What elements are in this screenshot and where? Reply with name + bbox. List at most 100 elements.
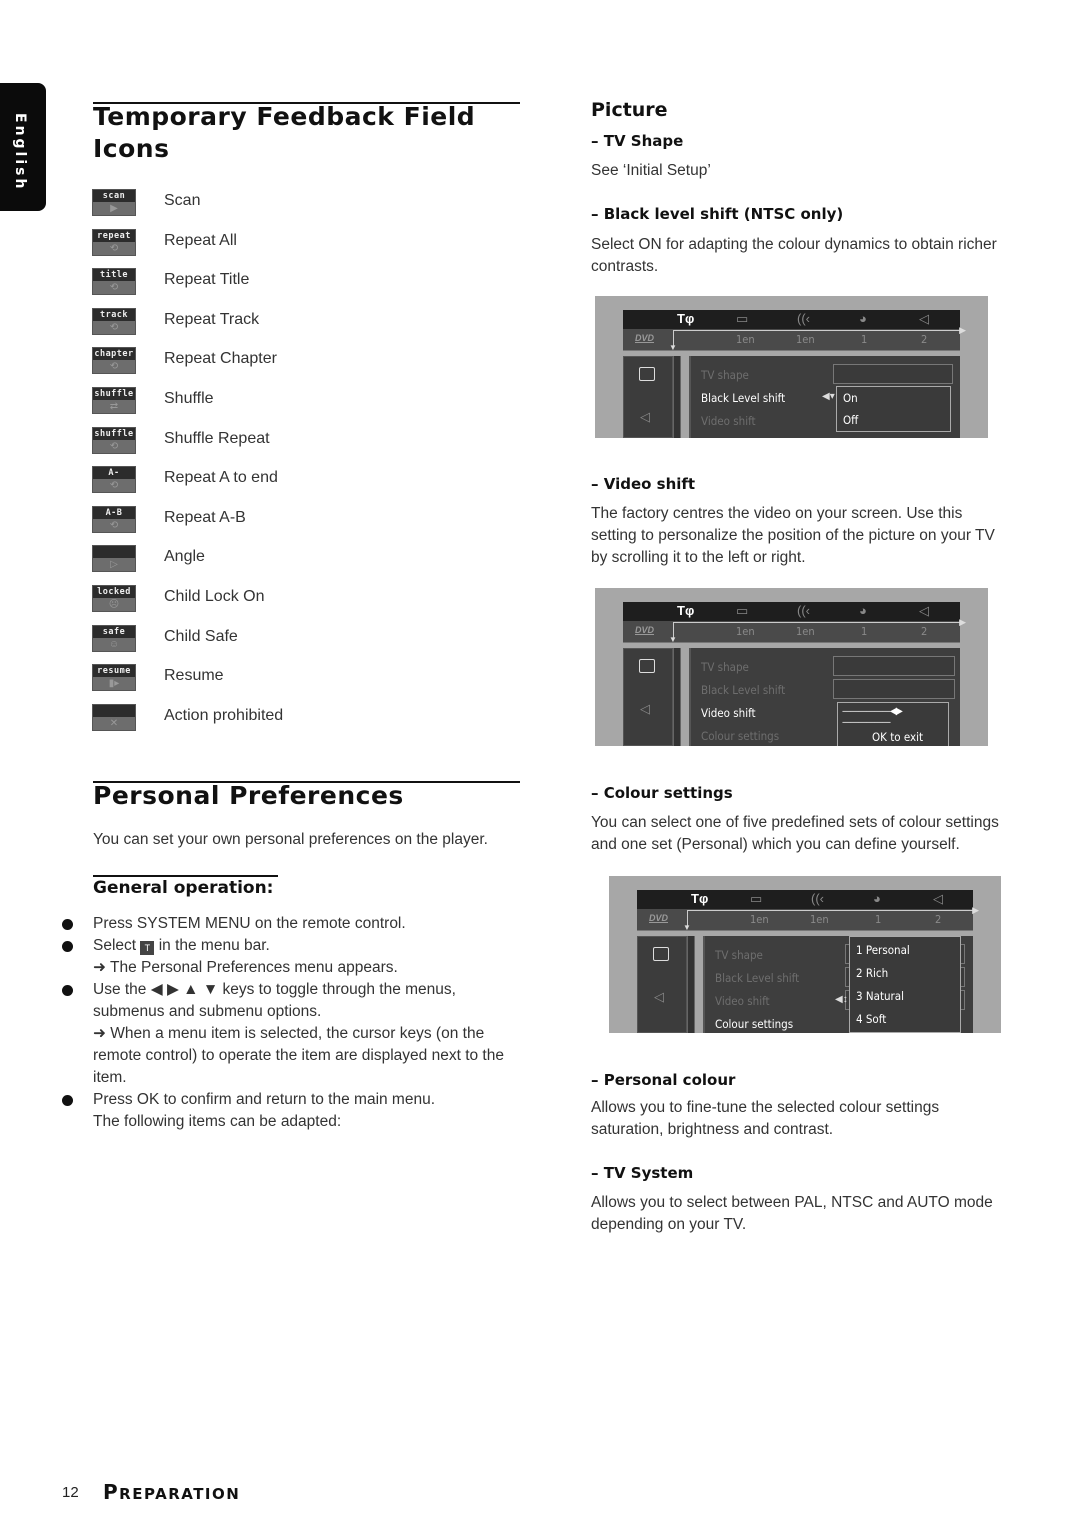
icon-tag: locked <box>93 585 135 598</box>
icon-label: Resume <box>164 667 224 685</box>
osd-screen-video-shift: Tφ ▭ ((‹ ◕ ◁ DVD ▶ ▼ 1en 1en 1 2 ◁ TV sh… <box>595 588 988 746</box>
osd-side-panel: ◁ <box>623 356 673 438</box>
repeat-a-to-end-icon: A- ⟲ <box>92 466 136 494</box>
picture-icon <box>639 659 655 673</box>
osd-menu-bar: Tφ ▭ ((‹ ◕ ◁ <box>623 602 960 621</box>
icon-tag <box>93 546 135 559</box>
status-value: 1en <box>810 913 829 926</box>
osd-option: Off <box>843 413 859 427</box>
icon-label: Shuffle Repeat <box>164 429 270 447</box>
sound-icon: ◁ <box>640 701 650 716</box>
osd-option: 2 Rich <box>856 966 889 980</box>
icon-symbol: ✕ <box>109 717 119 729</box>
icon-tag: repeat <box>93 229 135 242</box>
picture-icon <box>639 367 655 381</box>
feedback-icon-row: locked ☹ Child Lock On <box>92 584 492 624</box>
icon-symbol: ☺ <box>108 638 120 650</box>
osd-option: 1 Personal <box>856 943 910 957</box>
icon-symbol: ⟲ <box>109 440 119 452</box>
osd-menu-item: TV shape <box>701 660 749 674</box>
feedback-icon-list: scan ▶ Scan repeat ⟲ Repeat All title ⟲ Repeat T… <box>92 188 492 742</box>
video-shift-slider[interactable]: ——————◀▶—————— <box>842 706 948 728</box>
osd-side-panel: ◁ <box>637 936 687 1033</box>
status-value: 1en <box>750 913 769 926</box>
osd-menu-item: TV shape <box>701 368 749 382</box>
feedback-icon-row: resume ▮▸ Resume <box>92 663 492 703</box>
speaker-icon: ◁ <box>933 891 943 906</box>
general-operation-title: General operation: <box>93 878 274 898</box>
instruction-item: Select T in the menu bar. ➜ The Personal … <box>60 935 520 979</box>
osd-menu-item: Black Level shift <box>715 971 800 985</box>
osd-option-popup: 1 Personal 2 Rich 3 Natural 4 Soft <box>849 936 961 1033</box>
picture-title: Picture <box>591 99 668 121</box>
osd-menu-item: Black Level shift <box>701 683 786 697</box>
ok-to-exit-hint: OK to exit <box>872 730 924 744</box>
icon-symbol: ▮▸ <box>108 678 120 690</box>
icon-label: Child Lock On <box>164 587 265 605</box>
dvd-logo: DVD <box>635 625 655 635</box>
arrow-down-icon: ▼ <box>669 343 677 352</box>
black-level-title: – Black level shift (NTSC only) <box>591 205 844 223</box>
video-shift-title: – Video shift <box>591 475 696 493</box>
feedback-icon-row: A- ⟲ Repeat A to end <box>92 465 492 505</box>
arrow-down-icon: ▼ <box>683 923 691 932</box>
osd-menu-item-selected: Colour settings <box>715 1017 794 1031</box>
repeat-chapter-icon: chapter ⟲ <box>92 347 136 375</box>
icon-symbol: ⇄ <box>109 400 119 412</box>
osd-menu-bar: Tφ ▭ ((‹ ◕ ◁ <box>637 890 973 909</box>
feedback-icon-row: shuffle ⇄ Shuffle <box>92 386 492 426</box>
icon-symbol: ☹ <box>108 598 120 610</box>
instruction-item: Press SYSTEM MENU on the remote control. <box>60 913 520 935</box>
personal-colour-title: – Personal colour <box>591 1071 736 1089</box>
icon-tag: chapter <box>93 348 135 361</box>
feedback-icon-row: shuffle ⟲ Shuffle Repeat <box>92 426 492 466</box>
personal-preferences-icon: Tφ <box>677 311 695 326</box>
dvd-logo: DVD <box>649 913 669 923</box>
section-title-feedback-icons: Temporary Feedback Field Icons <box>93 102 476 163</box>
status-value: 1en <box>736 333 755 346</box>
cursor-arrows-icon: ◀↕ <box>835 994 848 1005</box>
status-value: 1 <box>875 913 882 926</box>
subsection-rule <box>93 875 278 877</box>
icon-label: Repeat All <box>164 231 237 249</box>
language-icon: ◕ <box>859 603 867 618</box>
black-level-text: Select ON for adapting the colour dynami… <box>591 236 997 275</box>
status-value: 1 <box>861 333 868 346</box>
tv-shape-title: – TV Shape <box>591 132 684 150</box>
feedback-icon-row: track ⟲ Repeat Track <box>92 307 492 347</box>
feedback-icon-row: title ⟲ Repeat Title <box>92 267 492 307</box>
child-safe-icon: safe ☺ <box>92 624 136 652</box>
repeat-title-icon: title ⟲ <box>92 268 136 296</box>
osd-screen-black-level: Tφ ▭ ((‹ ◕ ◁ DVD ▶ ▼ 1en 1en 1 2 ◁ TV sh… <box>595 296 988 438</box>
bullet-icon <box>62 1095 73 1106</box>
osd-status-bar: DVD ▶ ▼ 1en 1en 1 2 <box>623 617 966 644</box>
icon-tag: track <box>93 308 135 321</box>
feedback-icon-row: safe ☺ Child Safe <box>92 624 492 664</box>
feedback-icon-row: A-B ⟲ Repeat A-B <box>92 505 492 545</box>
repeat-a-b-icon: A-B ⟲ <box>92 505 136 533</box>
osd-menu-panel: TV shape Black Level shift Video shift ◀… <box>689 356 960 438</box>
icon-tag: A-B <box>93 506 135 519</box>
arrow-right-icon: ▶ <box>972 905 979 915</box>
repeat-track-icon: track ⟲ <box>92 307 136 335</box>
osd-option-popup: On Off <box>836 386 951 432</box>
personal-colour-text: Allows you to fine-tune the selected col… <box>591 1099 940 1138</box>
personal-preferences-intro: You can set your own personal preference… <box>93 831 488 848</box>
colour-settings-text: You can select one of five predefined se… <box>591 814 999 853</box>
bullet-icon <box>62 919 73 930</box>
osd-option: 3 Natural <box>856 989 905 1003</box>
icon-label: Shuffle <box>164 389 214 407</box>
osd-menu-panel: TV shape Black Level shift Video shift C… <box>703 936 973 1033</box>
icon-symbol: ⟲ <box>109 242 119 254</box>
instruction-item: Press OK to confirm and return to the ma… <box>60 1089 520 1133</box>
icon-symbol: ▷ <box>110 559 118 571</box>
osd-value-box <box>833 679 955 699</box>
status-value: 2 <box>921 625 928 638</box>
icon-symbol: ⟲ <box>109 282 119 294</box>
instruction-item: Use the ◀ ▶ ▲ ▼ keys to toggle through t… <box>60 979 520 1089</box>
speaker-icon: ◁ <box>919 603 929 618</box>
osd-menu-item: TV shape <box>715 948 763 962</box>
feedback-icon-row: chapter ⟲ Repeat Chapter <box>92 346 492 386</box>
osd-menu-item-selected: Black Level shift <box>701 391 786 405</box>
osd-status-bar: DVD ▶ ▼ 1en 1en 1 2 <box>637 905 979 932</box>
